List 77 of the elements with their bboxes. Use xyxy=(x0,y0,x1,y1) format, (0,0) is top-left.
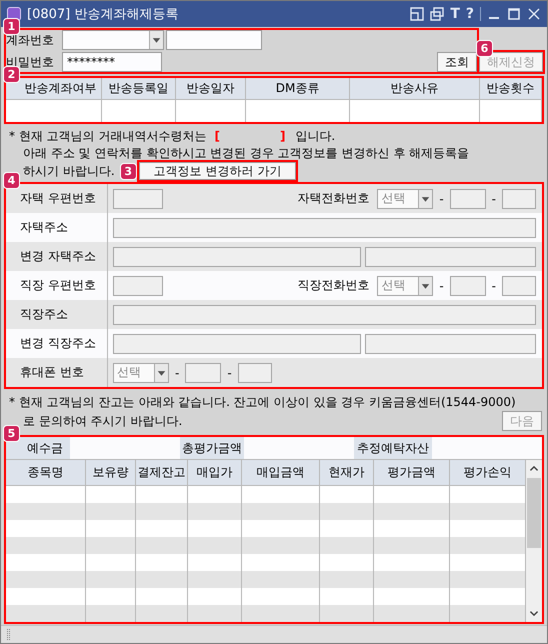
dash-text: - xyxy=(490,192,497,206)
column-header: 반송등록일 xyxy=(102,78,176,100)
windows-icon[interactable] xyxy=(430,7,444,21)
bracket-mark: [ xyxy=(214,128,220,144)
dash-text: - xyxy=(490,278,497,292)
callout-badge: 2 xyxy=(3,66,20,83)
column-header: 매입가 xyxy=(188,460,242,486)
summary-label: 예수금 xyxy=(6,437,70,459)
account-combo[interactable] xyxy=(62,30,164,50)
notice-text: 아래 주소 및 연락처를 확인하시고 변경된 경우 고객정보를 변경하신 후 해제등록을 xyxy=(22,145,470,161)
input-field[interactable] xyxy=(113,218,536,238)
dash-text: - xyxy=(438,192,445,206)
dash-text: - xyxy=(438,278,445,292)
input-field[interactable] xyxy=(364,334,536,354)
column-header: 반송횟수 xyxy=(480,78,542,100)
callout-badge: 6 xyxy=(476,40,493,57)
summary-label: 추정예탁자산 xyxy=(354,437,432,459)
column-header: 평가손익 xyxy=(450,460,526,486)
window-title: [0807] 반송계좌해제등록 xyxy=(27,6,180,23)
input-field[interactable] xyxy=(113,276,163,296)
field-label: 직장 우편번호 xyxy=(20,277,96,294)
input-field[interactable] xyxy=(113,246,361,266)
input-field[interactable] xyxy=(502,188,536,208)
help-glyph[interactable]: ? xyxy=(466,6,474,22)
column-header: 반송일자 xyxy=(176,78,246,100)
input-field[interactable] xyxy=(113,304,536,324)
edit-customer-button[interactable]: 고객정보 변경하러 가기 xyxy=(138,162,296,180)
dash-text: - xyxy=(174,366,180,380)
bracket-mark: ] xyxy=(280,128,286,144)
callout-badge: 3 xyxy=(120,163,137,180)
input-field[interactable] xyxy=(113,334,361,354)
field-label: 자택주소 xyxy=(20,219,68,236)
column-header: 보유량 xyxy=(86,460,136,486)
layout-icon[interactable] xyxy=(410,7,424,21)
font-glyph[interactable]: T xyxy=(450,6,460,22)
summary-label: 총평가금액 xyxy=(180,437,244,459)
close-icon[interactable] xyxy=(527,7,541,21)
column-header: 매입금액 xyxy=(242,460,320,486)
column-header: 종목명 xyxy=(6,460,86,486)
input-field[interactable] xyxy=(502,276,536,296)
field-label: 변경 직장주소 xyxy=(20,335,96,352)
select-field[interactable]: 선택 xyxy=(113,362,169,382)
column-header: DM종류 xyxy=(246,78,350,100)
input-field[interactable] xyxy=(113,188,163,208)
field-label: 자택 우편번호 xyxy=(20,190,96,207)
notice-text: * 현재 고객님의 잔고는 아래와 같습니다. 잔고에 이상이 있을 경우 키움금융센터(1544-9000) xyxy=(9,394,517,410)
select-field[interactable]: 선택 xyxy=(377,188,434,208)
field-label: 변경 자택주소 xyxy=(20,248,96,265)
notice-text: * 현재 고객님의 거래내역서수령처는 xyxy=(9,128,206,144)
search-button[interactable]: 조회 xyxy=(437,52,477,72)
select-field[interactable]: 선택 xyxy=(377,276,434,296)
input-field[interactable] xyxy=(364,246,536,266)
scrollbar[interactable] xyxy=(526,460,542,622)
field-label: 직장주소 xyxy=(20,306,68,323)
maximize-icon[interactable] xyxy=(507,7,521,21)
account-name-field[interactable] xyxy=(166,30,262,50)
callout-badge: 4 xyxy=(3,172,20,189)
column-header: 현재가 xyxy=(320,460,374,486)
password-field[interactable]: ******** xyxy=(62,52,162,72)
input-field[interactable] xyxy=(238,362,272,382)
callout-badge: 1 xyxy=(3,18,20,35)
field-label: 휴대폰 번호 xyxy=(20,364,84,381)
column-header: 반송사유 xyxy=(350,78,480,100)
input-field[interactable] xyxy=(185,362,222,382)
column-header: 평가금액 xyxy=(374,460,450,486)
chevron-down-icon[interactable] xyxy=(529,608,539,618)
notice-text: 로 문의하여 주시기 바랍니다. xyxy=(22,413,182,429)
notice-text: 하시기 바랍니다. xyxy=(22,163,115,179)
column-header: 반송계좌여부 xyxy=(6,78,102,100)
notice-text: 입니다. xyxy=(295,128,336,144)
callout-badge: 5 xyxy=(3,425,20,442)
field-label: 자택전화번호 xyxy=(297,190,370,207)
field-label: 직장전화번호 xyxy=(297,277,370,294)
input-field[interactable] xyxy=(450,276,486,296)
column-header: 결제잔고 xyxy=(136,460,188,486)
dash-text: - xyxy=(226,366,233,380)
input-field[interactable] xyxy=(450,188,486,208)
